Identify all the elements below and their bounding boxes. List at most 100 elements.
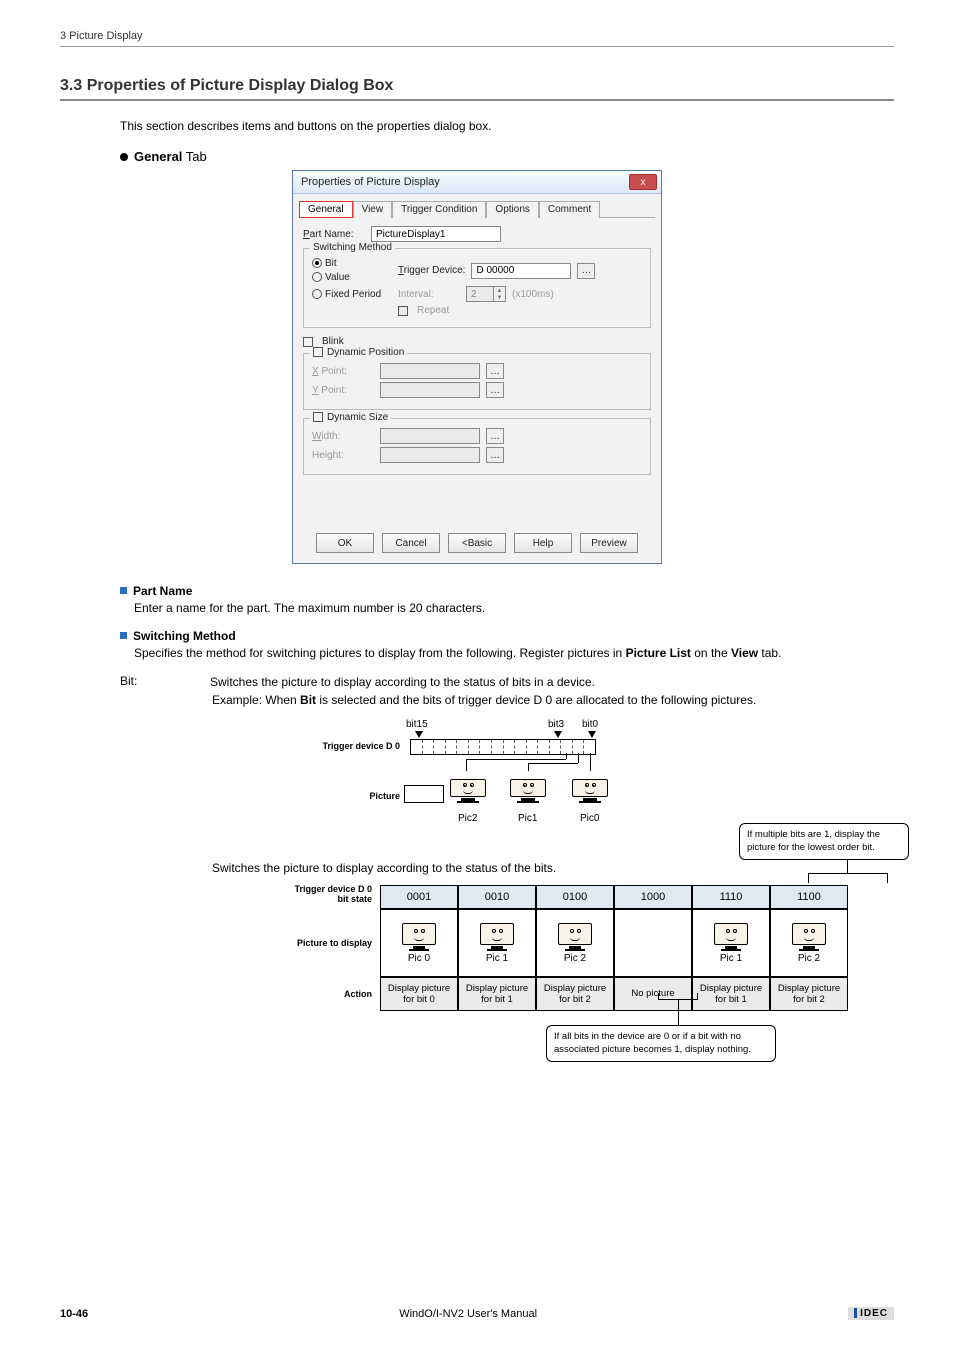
radio-fixed-period[interactable]: Fixed Period	[312, 289, 392, 300]
pic2-label: Pic2	[458, 813, 477, 824]
bit-allocation-diagram: bit15 bit3 bit0 Trigger device D 0 Pictu…	[310, 719, 640, 849]
state-table: If multiple bits are 1, display the pict…	[280, 885, 894, 1011]
bitstate-cell: 0100	[536, 885, 614, 909]
basic-button[interactable]: < Basic	[448, 533, 506, 553]
radio-bit[interactable]: Bit	[312, 258, 392, 269]
page-footer: 10-46 WindO/I-NV2 User's Manual IDEC	[60, 1307, 894, 1320]
height-label: Height:	[312, 450, 374, 461]
xpoint-input	[380, 363, 480, 379]
callout-top: If multiple bits are 1, display the pict…	[739, 823, 909, 860]
ypoint-browse-button: …	[486, 382, 504, 398]
pic1-label: Pic1	[518, 813, 537, 824]
properties-dialog: Properties of Picture Display x General …	[292, 170, 662, 564]
bitstate-cell: 0010	[458, 885, 536, 909]
arrow-down-icon	[554, 731, 562, 738]
ok-button[interactable]: OK	[316, 533, 374, 553]
xpoint-browse-button: …	[486, 363, 504, 379]
dynamic-size-title: Dynamic Size	[310, 412, 391, 423]
part-name-label: Part Name:	[303, 229, 365, 240]
general-tab-heading: General Tab	[134, 149, 207, 164]
bitstate-cell: 1110	[692, 885, 770, 909]
switching-method-desc: Specifies the method for switching pictu…	[134, 645, 894, 662]
section-title: 3.3 Properties of Picture Display Dialog…	[60, 77, 894, 101]
switching-method-group: Switching Method Bit Value Trigger Devic…	[303, 248, 651, 328]
ypoint-input	[380, 382, 480, 398]
preview-button[interactable]: Preview	[580, 533, 638, 553]
square-bullet-icon	[120, 587, 127, 594]
width-label: Width:	[312, 431, 374, 442]
interval-input	[466, 286, 494, 302]
tab-comment[interactable]: Comment	[539, 201, 600, 218]
trigger-device-label: Trigger device D 0	[300, 741, 400, 751]
row-label-bitstate: Trigger device D 0 bit state	[280, 885, 380, 909]
intro-text: This section describes items and buttons…	[120, 119, 894, 133]
brand-logo: IDEC	[848, 1307, 894, 1320]
interval-suffix: (x100ms)	[512, 289, 554, 300]
trigger-device-browse-button[interactable]: …	[577, 263, 595, 279]
action-cell: Display picture for bit 0	[380, 977, 458, 1011]
monitor-icon	[572, 779, 608, 805]
action-cell: Display picture for bit 2	[536, 977, 614, 1011]
height-input	[380, 447, 480, 463]
bit0-label: bit0	[582, 719, 598, 730]
switching-method-heading: Switching Method	[133, 629, 236, 643]
arrow-down-icon	[415, 731, 423, 738]
tab-trigger-condition[interactable]: Trigger Condition	[392, 201, 486, 218]
dialog-tabs: General View Trigger Condition Options C…	[293, 194, 661, 217]
part-name-input[interactable]	[371, 226, 501, 242]
dialog-title: Properties of Picture Display	[301, 176, 440, 188]
xpoint-label: X Point:	[312, 366, 374, 377]
running-header: 3 Picture Display	[60, 30, 894, 47]
action-cell: Display picture for bit 2	[770, 977, 848, 1011]
picture-cell-empty	[614, 909, 692, 977]
picture-cell: Pic 1	[692, 909, 770, 977]
pic0-label: Pic0	[580, 813, 599, 824]
cancel-button[interactable]: Cancel	[382, 533, 440, 553]
tab-options[interactable]: Options	[486, 201, 538, 218]
switch-text-2: Switches the picture to display accordin…	[212, 861, 894, 875]
dynamic-position-title: Dynamic Position	[310, 347, 407, 358]
width-input	[380, 428, 480, 444]
interval-spinner: ▲▼	[466, 286, 506, 302]
width-browse-button: …	[486, 428, 504, 444]
tab-general[interactable]: General	[299, 201, 353, 218]
ypoint-label: Y Point:	[312, 385, 374, 396]
interval-label: Interval:	[398, 289, 460, 300]
spinner-arrows-icon: ▲▼	[494, 286, 506, 302]
bit3-label: bit3	[548, 719, 564, 730]
arrow-down-icon	[588, 731, 596, 738]
dynamic-position-group: Dynamic Position X Point: … Y Point: …	[303, 353, 651, 410]
bit-def-line1: Switches the picture to display accordin…	[210, 674, 894, 691]
trigger-device-label: Trigger Device:	[398, 265, 465, 276]
row-label-picture: Picture to display	[280, 909, 380, 977]
picture-cell: Pic 1	[458, 909, 536, 977]
dynamic-size-checkbox[interactable]	[313, 412, 323, 422]
picture-label: Picture	[340, 791, 400, 801]
part-name-heading: Part Name	[133, 584, 192, 598]
switching-method-title: Switching Method	[310, 242, 395, 253]
close-button[interactable]: x	[629, 174, 657, 190]
bit-term: Bit:	[120, 674, 170, 691]
monitor-icon	[510, 779, 546, 805]
blink-checkbox[interactable]	[303, 337, 313, 347]
bitstate-cell: 0001	[380, 885, 458, 909]
dialog-titlebar: Properties of Picture Display x	[293, 171, 661, 194]
callout-bottom: If all bits in the device are 0 or if a …	[546, 1025, 776, 1062]
row-label-action: Action	[280, 977, 380, 1011]
bit15-label: bit15	[406, 719, 428, 730]
action-cell: Display picture for bit 1	[458, 977, 536, 1011]
dynamic-size-group: Dynamic Size Width: … Height: …	[303, 418, 651, 475]
trigger-device-input[interactable]	[471, 263, 571, 279]
repeat-checkbox	[398, 306, 408, 316]
part-name-desc: Enter a name for the part. The maximum n…	[134, 600, 894, 617]
page-number: 10-46	[60, 1308, 88, 1320]
dynamic-position-checkbox[interactable]	[313, 347, 323, 357]
picture-cell: Pic 2	[536, 909, 614, 977]
repeat-label: Repeat	[417, 305, 449, 316]
square-bullet-icon	[120, 632, 127, 639]
help-button[interactable]: Help	[514, 533, 572, 553]
blink-label: Blink	[322, 336, 344, 347]
tab-view[interactable]: View	[353, 201, 393, 218]
radio-value[interactable]: Value	[312, 272, 392, 283]
height-browse-button: …	[486, 447, 504, 463]
